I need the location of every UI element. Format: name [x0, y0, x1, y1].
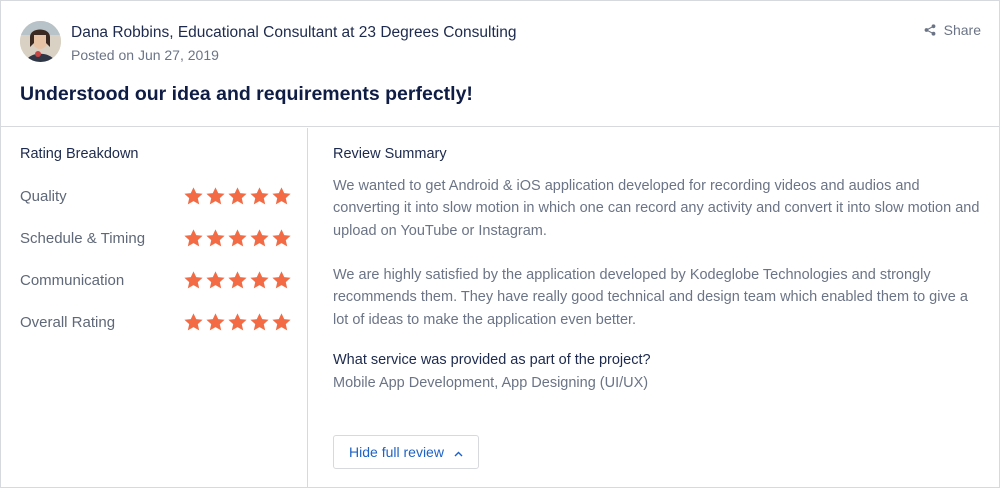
star-icon	[184, 186, 203, 204]
share-button[interactable]: Share	[924, 22, 981, 38]
posted-date: Posted on Jun 27, 2019	[71, 47, 219, 63]
rating-row-overall: Overall Rating	[20, 310, 292, 334]
review-card: Dana Robbins, Educational Consultant at …	[0, 0, 1000, 488]
review-summary-heading: Review Summary	[333, 146, 447, 162]
summary-paragraph: We wanted to get Android & iOS applicati…	[333, 178, 980, 239]
star-rating	[183, 186, 292, 207]
rating-row-communication: Communication	[20, 268, 292, 292]
service-question: What service was provided as part of the…	[333, 352, 651, 368]
star-icon	[228, 228, 247, 246]
star-icon	[250, 186, 269, 204]
star-rating	[183, 270, 292, 291]
star-icon	[184, 228, 203, 246]
rating-label: Overall Rating	[20, 313, 116, 331]
review-summary: Review Summary We wanted to get Android …	[309, 128, 999, 488]
review-header: Dana Robbins, Educational Consultant at …	[1, 1, 999, 127]
star-icon	[228, 270, 247, 288]
rating-breakdown: Rating Breakdown Quality Schedule & Timi…	[1, 128, 308, 488]
service-answer: Mobile App Development, App Designing (U…	[333, 375, 649, 391]
star-icon	[184, 312, 203, 330]
avatar	[20, 21, 61, 62]
hide-full-review-button[interactable]: Hide full review	[333, 435, 479, 469]
star-icon	[206, 228, 225, 246]
avatar-image	[20, 21, 61, 62]
star-icon	[250, 228, 269, 246]
star-icon	[250, 270, 269, 288]
star-icon	[184, 270, 203, 288]
share-icon	[924, 24, 936, 36]
star-icon	[206, 312, 225, 330]
summary-paragraph: We are highly satisfied by the applicati…	[333, 267, 968, 328]
chevron-up-icon	[454, 444, 463, 460]
star-icon	[228, 312, 247, 330]
star-icon	[228, 186, 247, 204]
star-icon	[272, 186, 291, 204]
rating-label: Communication	[20, 271, 125, 289]
hide-full-review-label: Hide full review	[349, 444, 444, 460]
star-icon	[272, 270, 291, 288]
star-icon	[206, 186, 225, 204]
star-icon	[250, 312, 269, 330]
rating-row-quality: Quality	[20, 184, 292, 208]
star-icon	[206, 270, 225, 288]
rating-row-schedule: Schedule & Timing	[20, 226, 292, 250]
share-label: Share	[943, 22, 981, 38]
review-title: Understood our idea and requirements per…	[20, 83, 473, 105]
star-icon	[272, 228, 291, 246]
star-rating	[183, 228, 292, 249]
star-icon	[272, 312, 291, 330]
author-name: Dana Robbins, Educational Consultant at …	[71, 24, 517, 41]
rating-label: Schedule & Timing	[20, 229, 146, 247]
star-rating	[183, 312, 292, 333]
rating-label: Quality	[20, 187, 67, 205]
rating-breakdown-heading: Rating Breakdown	[20, 146, 139, 162]
